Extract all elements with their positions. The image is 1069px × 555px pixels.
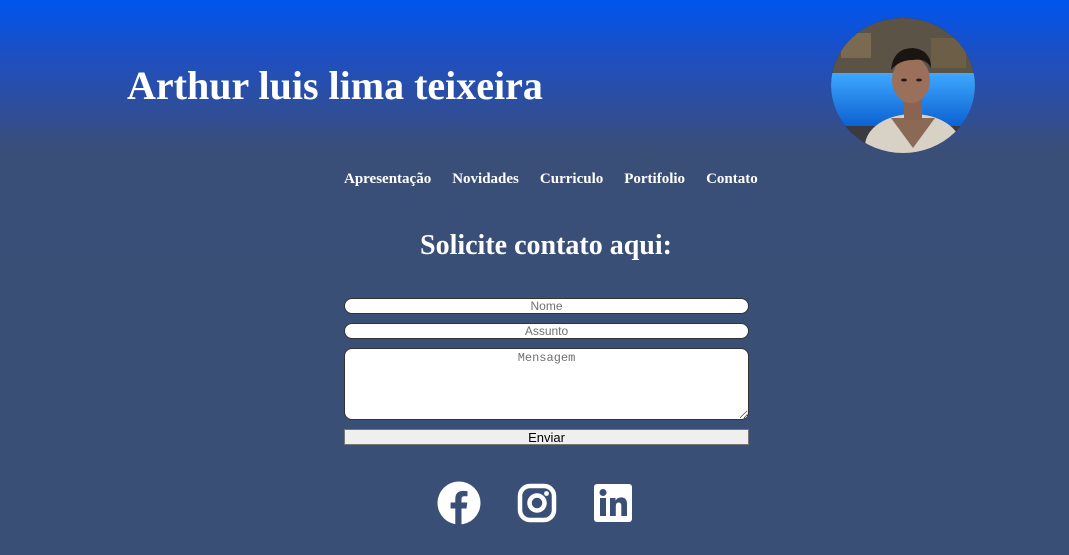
nav-item-contato[interactable]: Contato [706,170,758,188]
avatar-photo [831,18,975,153]
subject-input[interactable] [344,323,749,339]
contact-heading: Solicite contato aqui: [420,230,672,261]
instagram-link[interactable] [517,483,557,528]
main-nav: Apresentação Novidades Curriculo Portifo… [344,170,758,188]
nav-item-portifolio[interactable]: Portifolio [624,170,685,188]
avatar [831,18,975,153]
nav-item-apresentacao[interactable]: Apresentação [344,170,431,188]
facebook-icon [437,481,481,525]
facebook-link[interactable] [437,481,481,530]
social-links [437,481,633,530]
nav-item-curriculo[interactable]: Curriculo [540,170,603,188]
linkedin-link[interactable] [593,483,633,528]
message-textarea[interactable] [344,348,749,420]
submit-button[interactable]: Enviar [344,429,749,445]
name-input[interactable] [344,298,749,314]
linkedin-icon [594,484,632,522]
nav-item-novidades[interactable]: Novidades [452,170,519,188]
site-title: Arthur luis lima teixeira [127,63,543,108]
contact-form: Enviar [344,298,749,445]
instagram-icon [517,483,557,523]
